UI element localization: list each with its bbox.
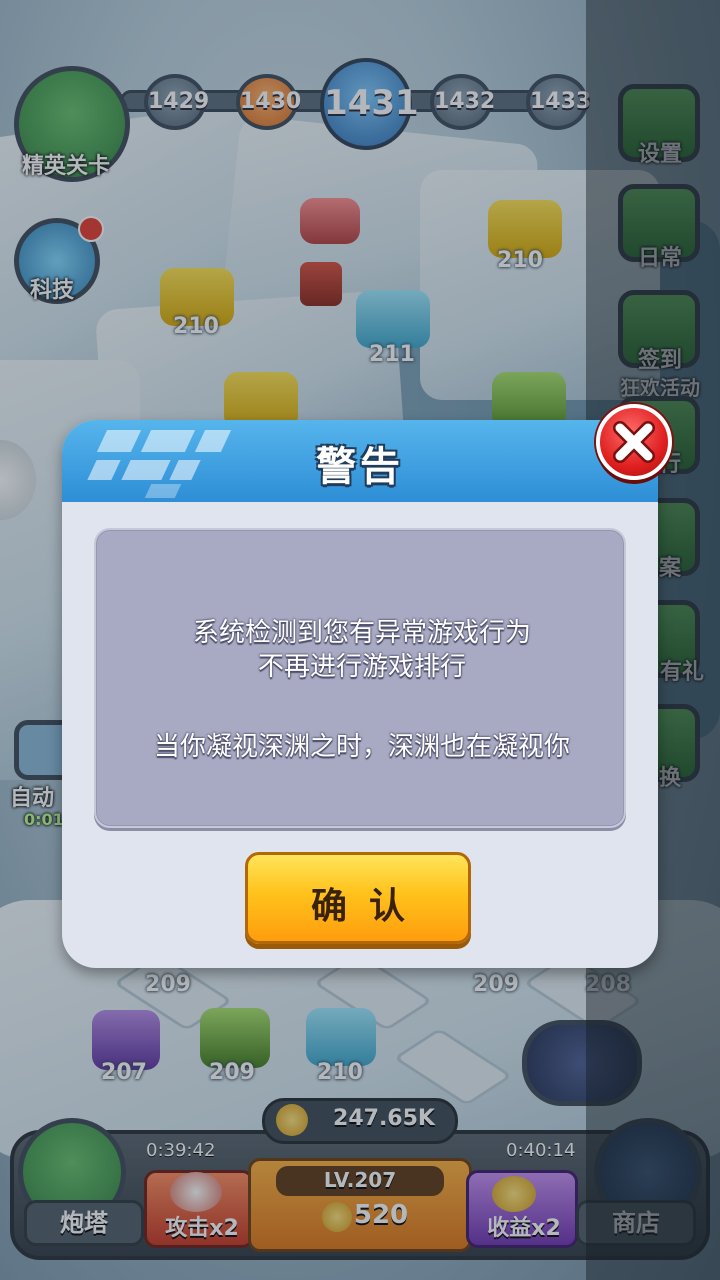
- message-panel: 系统检测到您有异常游戏行为 不再进行游戏排行 当你凝视深渊之时，深渊也在凝视你: [94, 528, 626, 828]
- warning-dialog: 警告 系统检测到您有异常游戏行为 不再进行游戏排行 当你凝视深渊之时，深渊也在凝…: [62, 420, 658, 968]
- confirm-button[interactable]: 确认: [245, 852, 471, 944]
- dialog-header: 警告: [62, 420, 658, 502]
- message-line: 系统检测到您有异常游戏行为: [192, 618, 531, 648]
- message-line: 不再进行游戏排行: [257, 652, 466, 682]
- dialog-title: 警告: [316, 444, 404, 490]
- close-button[interactable]: [596, 404, 672, 480]
- message-line: 当你凝视深渊之时，深渊也在凝视你: [153, 732, 570, 762]
- close-x-icon: [613, 421, 655, 463]
- confirm-button-label: 确认: [310, 886, 427, 927]
